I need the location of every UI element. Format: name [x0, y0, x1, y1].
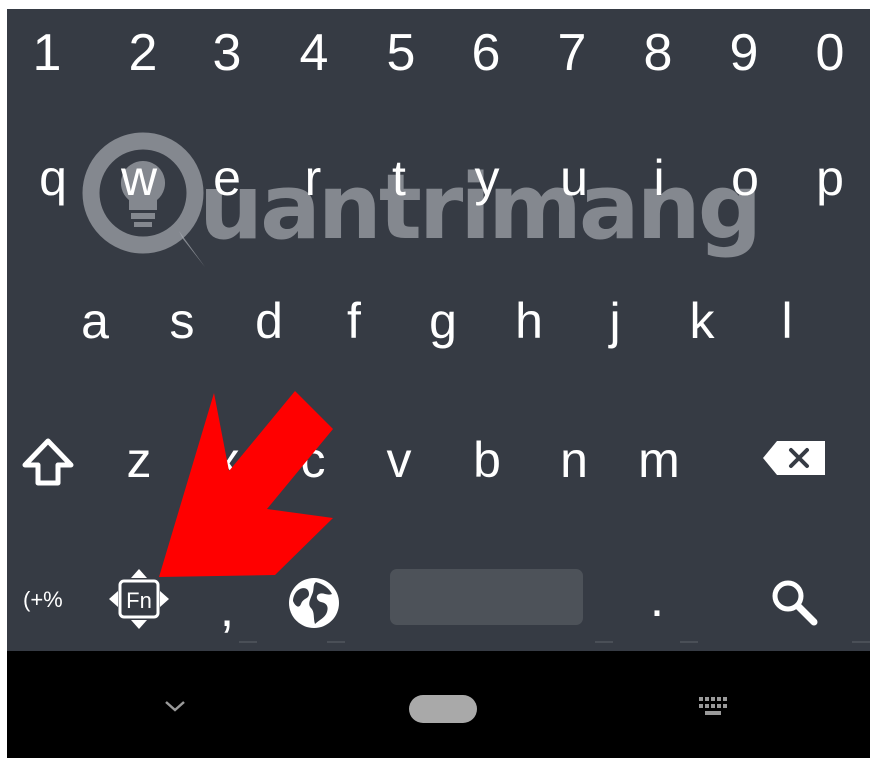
- key-s[interactable]: s: [142, 296, 222, 346]
- key-9[interactable]: 9: [704, 27, 784, 79]
- key-w[interactable]: w: [99, 153, 179, 203]
- key-o[interactable]: o: [705, 153, 785, 203]
- key-a[interactable]: a: [55, 296, 135, 346]
- key-8[interactable]: 8: [618, 27, 698, 79]
- separator: [595, 641, 613, 643]
- fn-key[interactable]: Fn: [107, 567, 171, 631]
- language-key[interactable]: [285, 574, 343, 632]
- key-3[interactable]: 3: [187, 27, 267, 79]
- separator: [680, 641, 698, 643]
- symbols-key[interactable]: (+%: [23, 587, 63, 613]
- key-2[interactable]: 2: [103, 27, 183, 79]
- key-5[interactable]: 5: [361, 27, 441, 79]
- shift-key[interactable]: [21, 437, 75, 489]
- comma-key[interactable]: ,: [207, 579, 247, 639]
- key-p[interactable]: p: [790, 153, 870, 203]
- key-m[interactable]: m: [619, 435, 699, 485]
- key-x[interactable]: x: [187, 435, 267, 485]
- fn-arrows-icon: Fn: [109, 569, 169, 629]
- backspace-icon: [763, 441, 825, 475]
- shift-icon: [22, 438, 74, 486]
- key-1[interactable]: 1: [7, 27, 87, 79]
- key-t[interactable]: t: [359, 153, 439, 203]
- key-4[interactable]: 4: [274, 27, 354, 79]
- key-c[interactable]: c: [273, 435, 353, 485]
- key-n[interactable]: n: [534, 435, 614, 485]
- key-7[interactable]: 7: [532, 27, 612, 79]
- key-y[interactable]: y: [447, 153, 527, 203]
- key-k[interactable]: k: [662, 296, 742, 346]
- key-6[interactable]: 6: [446, 27, 526, 79]
- fn-label: Fn: [126, 588, 152, 613]
- key-z[interactable]: z: [99, 435, 179, 485]
- key-u[interactable]: u: [534, 153, 614, 203]
- period-key[interactable]: .: [637, 569, 677, 629]
- key-v[interactable]: v: [359, 435, 439, 485]
- separator: [327, 641, 345, 643]
- key-g[interactable]: g: [403, 296, 483, 346]
- key-q[interactable]: q: [13, 153, 93, 203]
- key-l[interactable]: l: [747, 296, 827, 346]
- key-j[interactable]: j: [575, 296, 655, 346]
- navigation-bar: [7, 651, 870, 758]
- key-r[interactable]: r: [273, 153, 353, 203]
- backspace-key[interactable]: [759, 437, 829, 479]
- globe-icon: [289, 578, 339, 628]
- separator: [852, 641, 870, 643]
- spacebar[interactable]: [390, 569, 583, 625]
- soft-keyboard: 1 2 3 4 5 6 7 8 9 0 uantrimang q w e r t…: [7, 9, 870, 651]
- key-e[interactable]: e: [187, 153, 267, 203]
- key-i[interactable]: i: [619, 153, 699, 203]
- key-h[interactable]: h: [489, 296, 569, 346]
- home-pill-icon[interactable]: [409, 695, 477, 723]
- screenshot-frame: 1 2 3 4 5 6 7 8 9 0 uantrimang q w e r t…: [7, 9, 870, 758]
- separator: [239, 641, 257, 643]
- key-d[interactable]: d: [229, 296, 309, 346]
- key-f[interactable]: f: [314, 296, 394, 346]
- chevron-down-icon[interactable]: [162, 698, 188, 714]
- key-b[interactable]: b: [447, 435, 527, 485]
- search-icon: [772, 580, 818, 626]
- search-key[interactable]: [767, 575, 821, 629]
- key-0[interactable]: 0: [790, 27, 870, 79]
- keyboard-icon[interactable]: [695, 693, 735, 721]
